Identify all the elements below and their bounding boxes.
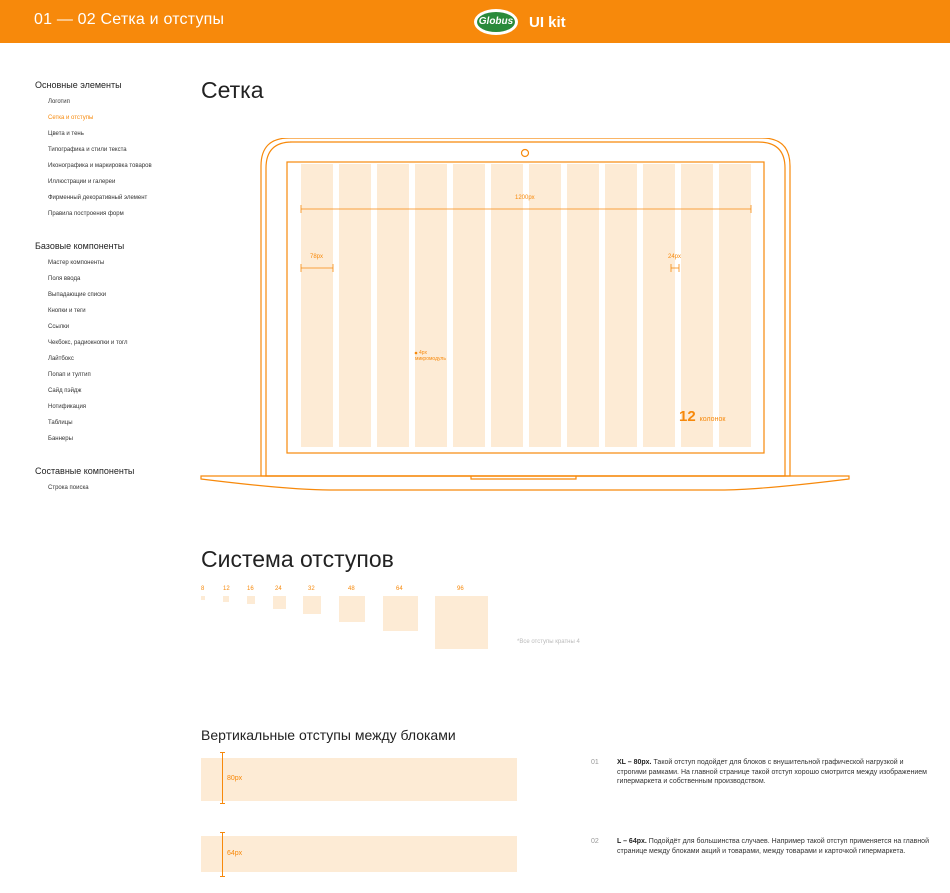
description-l: 02 L – 64px. Подойдёт для большинства сл… bbox=[591, 837, 931, 856]
gutter-label: 24px bbox=[668, 254, 682, 260]
spacing-label: 12 bbox=[223, 586, 230, 592]
measure-line bbox=[222, 752, 223, 804]
spacing-label: 32 bbox=[308, 586, 315, 592]
columns-number: 12 bbox=[679, 408, 696, 425]
measure-line bbox=[222, 832, 223, 877]
columns-count: 12 колонок bbox=[679, 408, 725, 425]
description-text: XL – 80px. Такой отступ подойдет для бло… bbox=[617, 758, 931, 787]
section-title-vertical: Вертикальные отступы между блоками bbox=[201, 727, 456, 743]
spacing-label: 48 bbox=[348, 586, 355, 592]
spacing-swatch bbox=[247, 596, 255, 604]
vertical-block-xl bbox=[201, 758, 517, 801]
description-xl: 01 XL – 80px. Такой отступ подойдет для … bbox=[591, 758, 931, 787]
spacing-label: 16 bbox=[247, 586, 254, 592]
vertical-block-l bbox=[201, 836, 517, 872]
columns-word: колонок bbox=[699, 416, 726, 423]
description-bold: XL – 80px. bbox=[617, 759, 652, 766]
description-bold: L – 64px. bbox=[617, 838, 647, 845]
measure-tick bbox=[220, 876, 225, 877]
column-width-label: 78px bbox=[310, 254, 324, 260]
spacing-label: 24 bbox=[275, 586, 282, 592]
vertical-block-label: 80px bbox=[227, 775, 243, 782]
spacing-swatch bbox=[435, 596, 488, 649]
spacing-swatch bbox=[383, 596, 418, 631]
spacing-swatch bbox=[273, 596, 286, 609]
description-number: 02 bbox=[591, 838, 599, 845]
micromodule-word: микромодуль bbox=[415, 356, 446, 362]
measure-tick bbox=[220, 752, 225, 753]
spacing-swatch bbox=[223, 596, 229, 602]
section-title-spacing: Система отступов bbox=[201, 546, 394, 572]
description-body: Такой отступ подойдет для блоков с внуши… bbox=[617, 759, 927, 785]
measure-tick bbox=[220, 803, 225, 804]
micromodule-label: 4px микромодуль bbox=[415, 350, 446, 362]
spacing-label: 64 bbox=[396, 586, 403, 592]
spacing-swatch bbox=[339, 596, 365, 622]
description-body: Подойдёт для большинства случаев. Наприм… bbox=[617, 838, 929, 855]
spacing-note: *Все отступы кратны 4 bbox=[517, 639, 580, 645]
measure-tick bbox=[220, 832, 225, 833]
width-label: 1200px bbox=[515, 195, 535, 201]
spacing-label: 8 bbox=[201, 586, 205, 592]
description-text: L – 64px. Подойдёт для большинства случа… bbox=[617, 837, 931, 856]
spacing-swatch bbox=[303, 596, 321, 614]
spacing-swatch bbox=[201, 596, 205, 600]
description-number: 01 bbox=[591, 759, 599, 766]
spacing-label: 96 bbox=[457, 586, 464, 592]
vertical-block-label: 64px bbox=[227, 850, 243, 857]
